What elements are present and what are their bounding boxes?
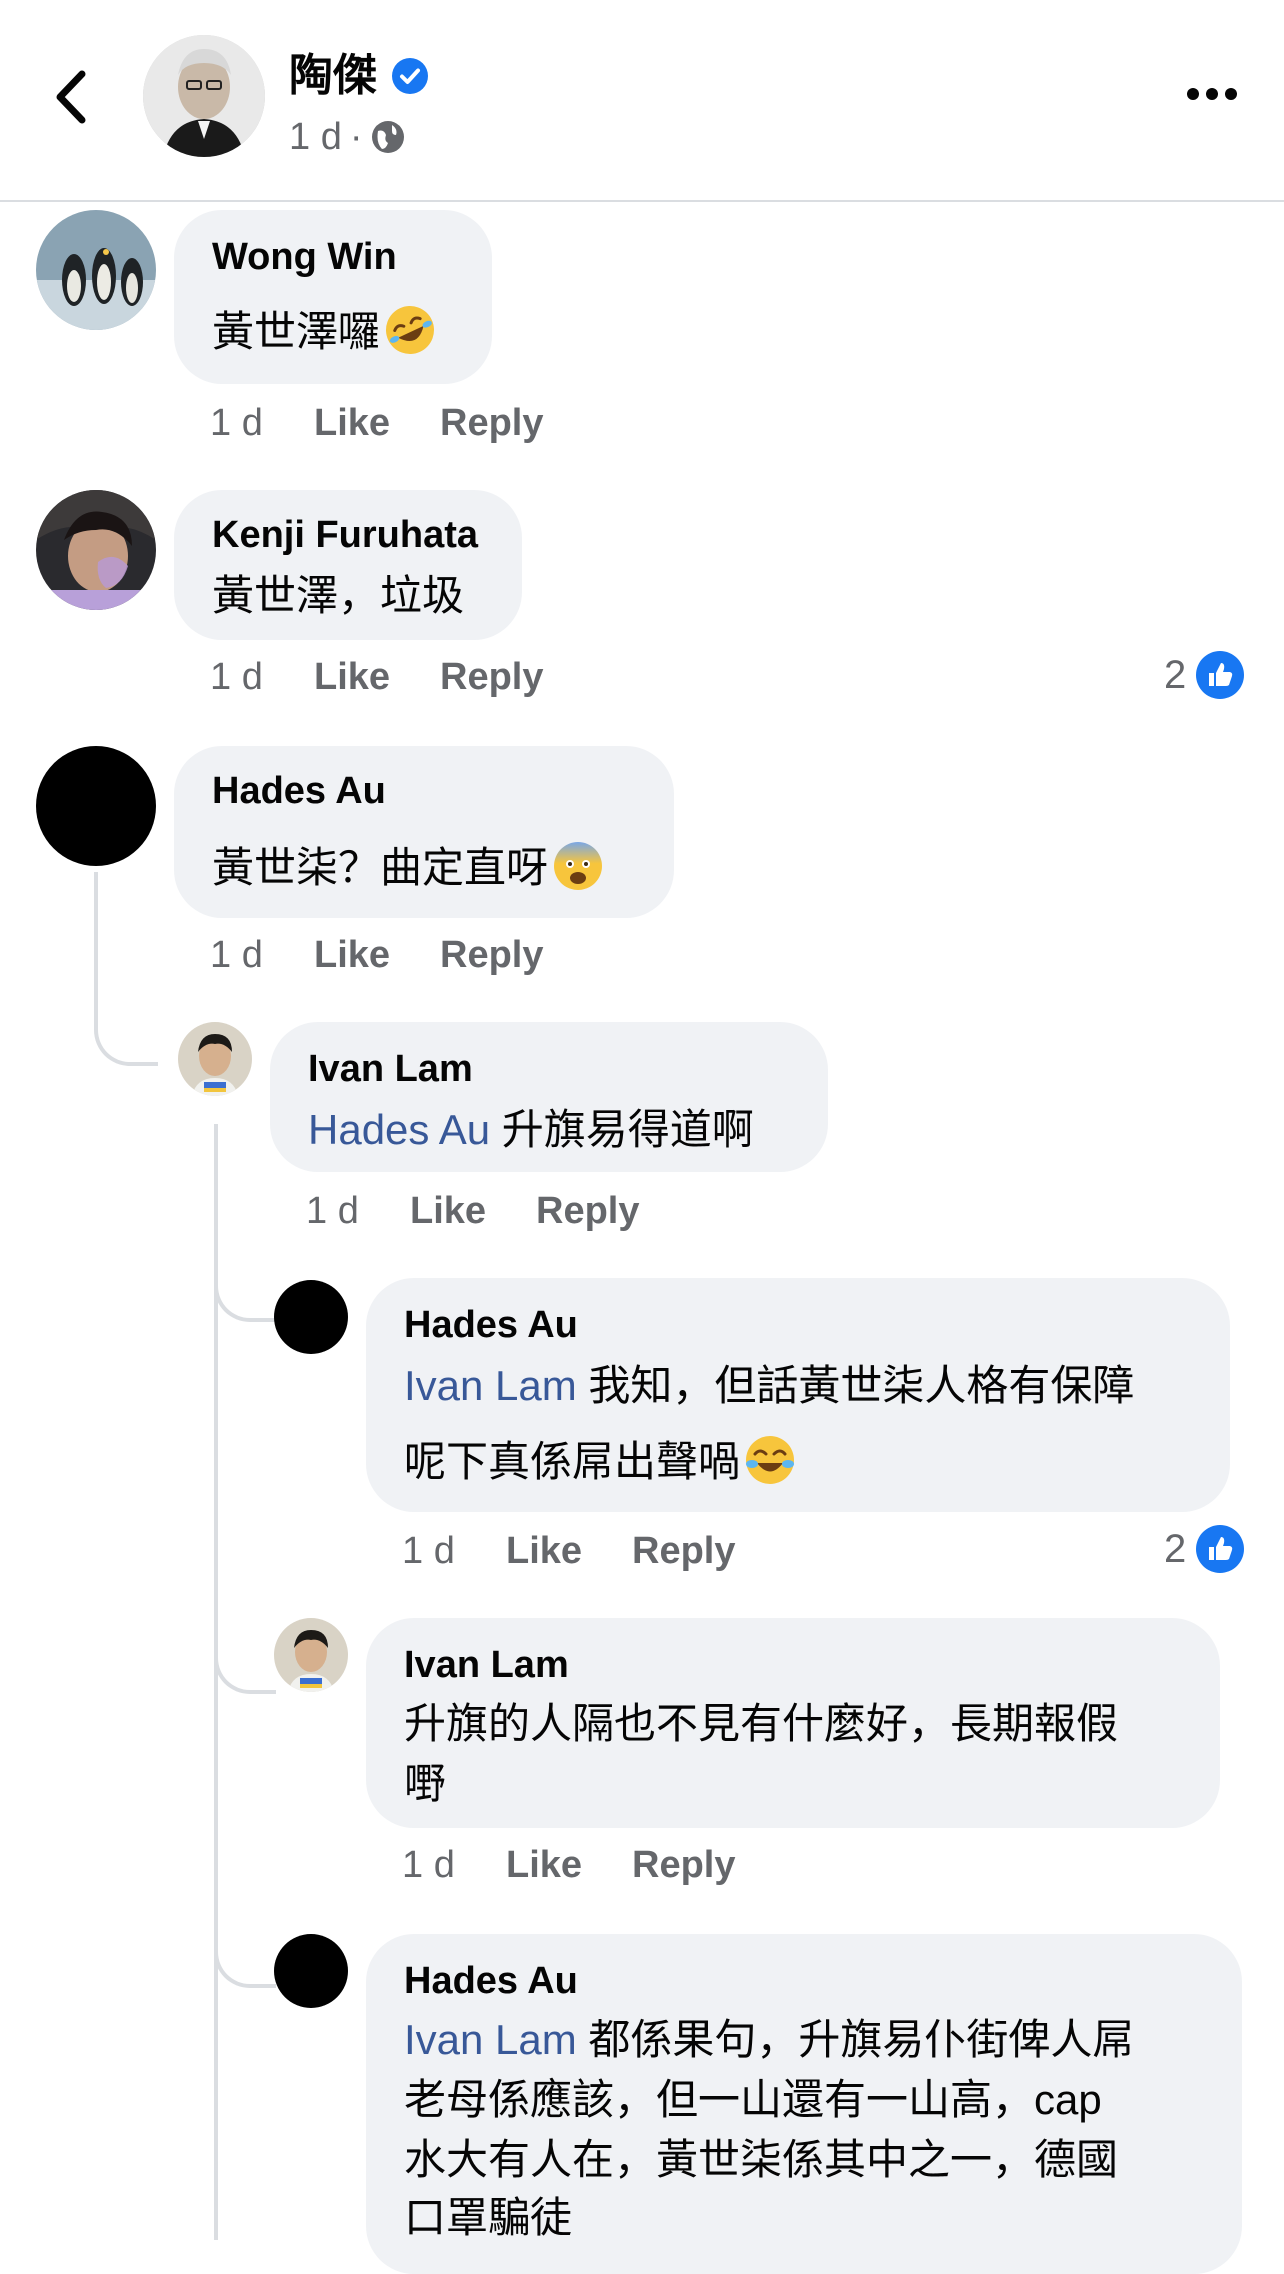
reply-author[interactable]: Hades Au (404, 1300, 578, 1350)
comment-actions: 1 d Like Reply (210, 652, 543, 702)
reply-author[interactable]: Ivan Lam (404, 1640, 569, 1690)
thread-connector (214, 1600, 276, 1694)
reply-text: Ivan Lam 我知，但話黃世柒人格有保障 (404, 1356, 1134, 1416)
comment-text: 黃世澤，垃圾 (212, 572, 465, 619)
more-dots-icon (1187, 88, 1237, 100)
reaction-count: 2 (1164, 653, 1187, 697)
verified-badge-icon (392, 58, 428, 94)
comment-time: 1 d (210, 402, 263, 444)
thread-connector (94, 872, 158, 1066)
reply-text: 呢下真係屌出聲喎 (404, 1432, 796, 1492)
reply-text-line: 都係果句，升旗易仆街俾人屌 (576, 2016, 1135, 2063)
comment-author[interactable]: Hades Au (212, 766, 386, 816)
thumbs-up-icon (1196, 651, 1245, 699)
reply-actions: 1 d Like Reply (402, 1526, 735, 1576)
reply-text: 口罩騙徒 (404, 2194, 573, 2241)
reply-time: 1 d (402, 1530, 455, 1572)
author-name[interactable]: 陶傑 (289, 46, 377, 106)
avatar[interactable] (36, 210, 156, 330)
thread-connector (214, 1250, 276, 1322)
author-avatar[interactable] (143, 35, 265, 157)
comment-actions: 1 d Like Reply (210, 398, 543, 448)
thumbs-up-icon (1196, 1525, 1245, 1573)
like-button[interactable]: Like (314, 398, 440, 448)
post-header: 陶傑 1 d · (0, 0, 1284, 202)
reply-button[interactable]: Reply (536, 1186, 639, 1236)
meta-separator: · (349, 116, 363, 158)
tears-of-joy-emoji-icon (746, 1436, 795, 1484)
reply-text-body: 升旗易得道啊 (490, 1106, 754, 1153)
mention-link[interactable]: Ivan Lam (404, 2016, 577, 2063)
like-button[interactable]: Like (314, 652, 440, 702)
mention-link[interactable]: Ivan Lam (404, 1362, 577, 1409)
reply-text: Ivan Lam 都係果句，升旗易仆街俾人屌 (404, 2010, 1134, 2070)
reply-actions: 1 d Like Reply (306, 1186, 639, 1236)
comment-actions: 1 d Like Reply (210, 930, 543, 980)
avatar[interactable] (274, 1934, 348, 2008)
reply-actions: 1 d Like Reply (402, 1840, 735, 1890)
avatar[interactable] (178, 1022, 252, 1096)
reply-author[interactable]: Ivan Lam (308, 1044, 473, 1094)
comment-time: 1 d (210, 656, 263, 698)
back-button[interactable] (46, 62, 96, 132)
comment-time: 1 d (210, 934, 263, 976)
reply-button[interactable]: Reply (632, 1526, 735, 1576)
chevron-left-icon (56, 70, 86, 124)
avatar[interactable] (274, 1618, 348, 1692)
like-button[interactable]: Like (314, 930, 440, 980)
avatar[interactable] (36, 490, 156, 610)
reaction-count: 2 (1164, 1527, 1187, 1571)
comment-text: 黃世澤囉 (212, 302, 436, 362)
avatar[interactable] (36, 746, 156, 866)
comment-text-body: 黃世柒？曲定直呀 (212, 844, 549, 891)
reply-text: 升旗的人隔也不見有什麼好，長期報假 (404, 1700, 1119, 1747)
reply-text: Hades Au 升旗易得道啊 (308, 1100, 754, 1160)
mention-link[interactable]: Hades Au (308, 1106, 490, 1153)
like-button[interactable]: Like (410, 1186, 536, 1236)
reply-button[interactable]: Reply (440, 398, 543, 448)
laughing-emoji-icon (386, 306, 435, 354)
globe-icon (372, 121, 405, 153)
reply-text: 水大有人在，黃世柒係其中之一，德國 (404, 2136, 1119, 2183)
reaction-summary[interactable]: 2 (1164, 650, 1245, 700)
reply-button[interactable]: Reply (440, 930, 543, 980)
reply-button[interactable]: Reply (632, 1840, 735, 1890)
comment-text-body: 黃世澤囉 (212, 308, 381, 355)
comment-author[interactable]: Wong Win (212, 232, 397, 282)
reply-button[interactable]: Reply (440, 652, 543, 702)
comment-author[interactable]: Kenji Furuhata (212, 510, 478, 560)
post-meta: 1 d · (289, 112, 406, 162)
comment-text: 黃世柒？曲定直呀 (212, 838, 604, 898)
reply-text-line: 我知，但話黃世柒人格有保障 (576, 1362, 1135, 1409)
reply-text-line: 呢下真係屌出聲喎 (404, 1438, 741, 1485)
reaction-summary[interactable]: 2 (1164, 1524, 1245, 1574)
reply-author[interactable]: Hades Au (404, 1956, 578, 2006)
reply-text: 老母係應該，但一山還有一山高，cap (404, 2076, 1102, 2123)
avatar[interactable] (274, 1280, 348, 1354)
fearful-face-emoji-icon (554, 842, 603, 890)
more-options-button[interactable] (1180, 74, 1244, 114)
like-button[interactable]: Like (506, 1840, 632, 1890)
reply-time: 1 d (402, 1844, 455, 1886)
reply-time: 1 d (306, 1190, 359, 1232)
reply-text: 嘢 (404, 1760, 447, 1807)
like-button[interactable]: Like (506, 1526, 632, 1576)
thread-connector (214, 1920, 276, 1988)
post-time: 1 d (289, 116, 342, 158)
